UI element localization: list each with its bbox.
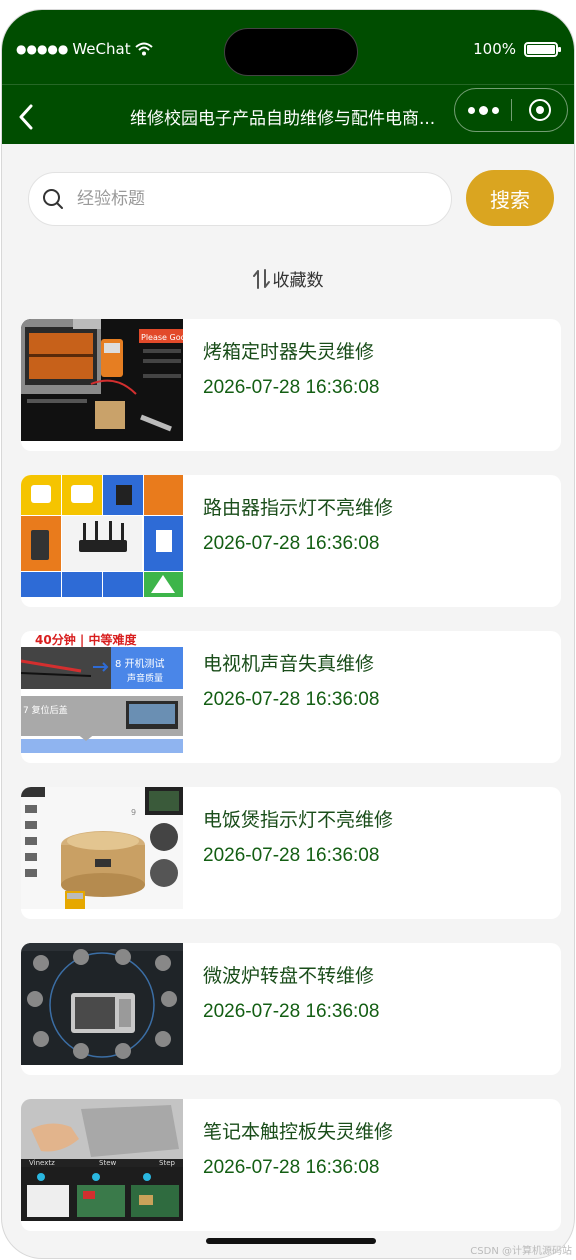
- item-date: 2026-07-28 16:36:08: [203, 1157, 380, 1178]
- item-date: 2026-07-28 16:36:08: [203, 845, 380, 866]
- tv-thumbnail: 40分钟 | 中等难度 8 开机测试 声音质量 7 复位后盖: [21, 631, 183, 753]
- tv-step8-text: 8 开机测试: [115, 657, 165, 670]
- item-date: 2026-07-28 16:36:08: [203, 533, 380, 554]
- search-bar: [28, 172, 452, 226]
- list-item[interactable]: Please Goo 烤箱定时器失灵维修 2026-07-28 16:36:08: [21, 319, 561, 451]
- status-bar-right: 100%: [473, 40, 561, 58]
- camera-notch: [224, 28, 358, 76]
- signal-icon: ●●●●●: [16, 42, 69, 56]
- list-item[interactable]: 9 电饭煲指示灯不亮维修 2026-07-28 16:36:08: [21, 787, 561, 919]
- sort-arrows-icon: [252, 268, 270, 289]
- oven-badge-text: Please Goo: [141, 333, 183, 342]
- miniprogram-capsule: [454, 88, 568, 132]
- list-item[interactable]: Vinextz Stew Step 笔记本触控板失灵维修 2026-07-28 …: [21, 1099, 561, 1231]
- item-date: 2026-07-28 16:36:08: [203, 1001, 380, 1022]
- sort-toggle[interactable]: 收藏数: [2, 266, 574, 291]
- router-thumbnail: [21, 475, 183, 597]
- tv-step7-text: 7 复位后盖: [23, 704, 68, 716]
- item-title: 微波炉转盘不转维修: [203, 965, 375, 987]
- status-bar-left: ●●●●● WeChat: [16, 40, 153, 58]
- watermark: CSDN @计算机源码站: [470, 1246, 572, 1257]
- search-button[interactable]: 搜索: [466, 170, 554, 226]
- search-input[interactable]: [77, 189, 417, 209]
- laptop-step-label-3: Step: [159, 1159, 175, 1167]
- status-divider: [2, 84, 574, 85]
- rice-cooker-thumbnail: 9: [21, 787, 183, 909]
- back-arrow-icon[interactable]: [12, 102, 42, 132]
- microwave-thumbnail: [21, 943, 183, 1065]
- oven-thumbnail: Please Goo: [21, 319, 183, 441]
- laptop-thumbnail: Vinextz Stew Step: [21, 1099, 183, 1221]
- header-bar: ●●●●● WeChat 100% 维修校园电子产品自助维修与配件电商...: [2, 10, 574, 144]
- tv-step8-sub-text: 声音质量: [127, 672, 163, 684]
- phone-frame: ●●●●● WeChat 100% 维修校园电子产品自助维修与配件电商... 经…: [2, 10, 574, 1258]
- wifi-icon: [134, 42, 153, 56]
- home-indicator: [206, 1238, 376, 1244]
- close-miniprogram-button[interactable]: [512, 99, 567, 121]
- svg-text:9: 9: [131, 808, 136, 817]
- item-title: 电饭煲指示灯不亮维修: [203, 809, 394, 831]
- item-title: 路由器指示灯不亮维修: [203, 497, 394, 519]
- battery-percent: 100%: [473, 40, 516, 58]
- battery-icon: [524, 41, 561, 57]
- target-icon: [528, 99, 551, 121]
- item-title: 电视机声音失真维修: [203, 653, 375, 675]
- tv-banner-text: 40分钟 | 中等难度: [35, 632, 137, 647]
- item-date: 2026-07-28 16:36:08: [203, 689, 380, 710]
- carrier-name: WeChat: [72, 40, 131, 58]
- laptop-step-label-1: Vinextz: [29, 1159, 55, 1167]
- item-date: 2026-07-28 16:36:08: [203, 377, 380, 398]
- list-item[interactable]: 40分钟 | 中等难度 8 开机测试 声音质量 7 复位后盖 电视机声音失真维修…: [21, 631, 561, 763]
- experience-list: Please Goo 烤箱定时器失灵维修 2026-07-28 16:36:08: [21, 319, 561, 1255]
- list-item[interactable]: 路由器指示灯不亮维修 2026-07-28 16:36:08: [21, 475, 561, 607]
- more-menu-button[interactable]: [455, 89, 511, 131]
- page-title: 维修校园电子产品自助维修与配件电商...: [130, 109, 436, 129]
- sort-label: 收藏数: [272, 271, 324, 291]
- item-title: 烤箱定时器失灵维修: [203, 341, 375, 363]
- search-icon: [43, 189, 63, 209]
- item-title: 笔记本触控板失灵维修: [203, 1121, 394, 1143]
- list-item[interactable]: 微波炉转盘不转维修 2026-07-28 16:36:08: [21, 943, 561, 1075]
- laptop-step-label-2: Stew: [99, 1159, 116, 1167]
